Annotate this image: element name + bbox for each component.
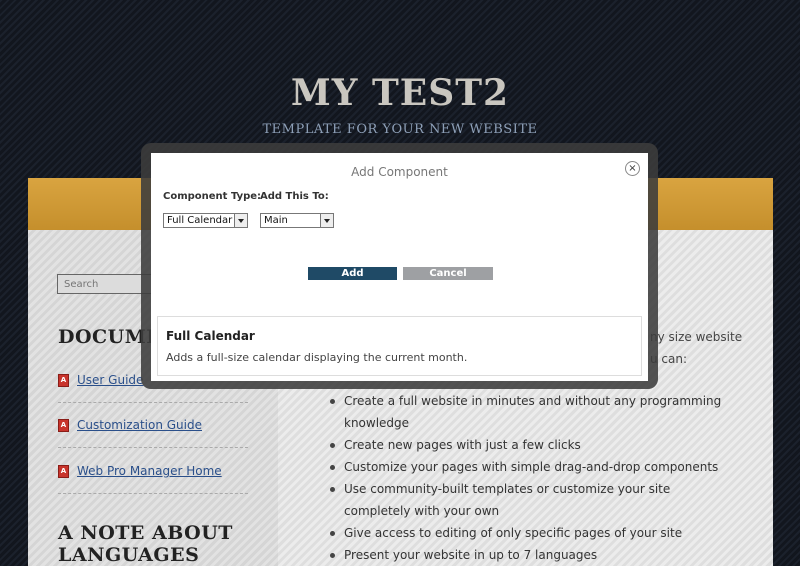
list-item: Present your website in up to 7 language… [328,544,728,566]
sidebar-link-web-pro-manager-home[interactable]: A Web Pro Manager Home [58,461,248,481]
description-text: Adds a full-size calendar displaying the… [166,351,468,364]
sidebar-link-label[interactable]: Customization Guide [77,418,202,432]
close-icon[interactable]: × [625,161,640,176]
add-to-label: Add This To: [260,191,329,202]
list-item: Give access to editing of only specific … [328,522,728,544]
description-title: Full Calendar [166,329,255,343]
languages-heading: A NOTE ABOUT LANGUAGES [58,522,233,566]
site-tagline: TEMPLATE FOR YOUR NEW WEBSITE [262,122,538,137]
divider [58,402,248,403]
pdf-icon: A [58,373,69,387]
list-item: Create new pages with just a few clicks [328,434,728,456]
divider [58,493,248,494]
add-to-select[interactable]: Main [260,213,334,228]
list-item: Create a full website in minutes and wit… [328,390,728,434]
add-component-dialog: Add Component × Component Type: Add This… [151,153,648,381]
pdf-icon: A [58,464,69,478]
list-item: Customize your pages with simple drag-an… [328,456,728,478]
pdf-icon: A [58,418,69,432]
list-item: Use community-built templates or customi… [328,478,728,522]
component-type-label: Component Type: [163,191,262,202]
component-type-select[interactable]: Full Calendar [163,213,248,228]
sidebar-link-label[interactable]: User Guide [77,373,143,387]
component-description: Full Calendar Adds a full-size calendar … [157,316,642,376]
intro-text: ny size website [650,330,743,344]
chevron-down-icon[interactable] [234,214,247,227]
add-component-button[interactable]: Add Component [308,267,397,292]
chevron-down-icon[interactable] [320,214,333,227]
sidebar-link-label[interactable]: Web Pro Manager Home [77,464,222,478]
feature-list: Create a full website in minutes and wit… [328,390,728,566]
site-title: MY TEST2 [290,72,510,114]
dialog-title: Add Component [351,165,448,179]
add-to-value: Main [264,215,288,226]
component-type-value: Full Calendar [167,215,233,226]
cancel-button[interactable]: Cancel [403,267,493,280]
sidebar-link-customization-guide[interactable]: A Customization Guide [58,415,248,435]
divider [58,447,248,448]
